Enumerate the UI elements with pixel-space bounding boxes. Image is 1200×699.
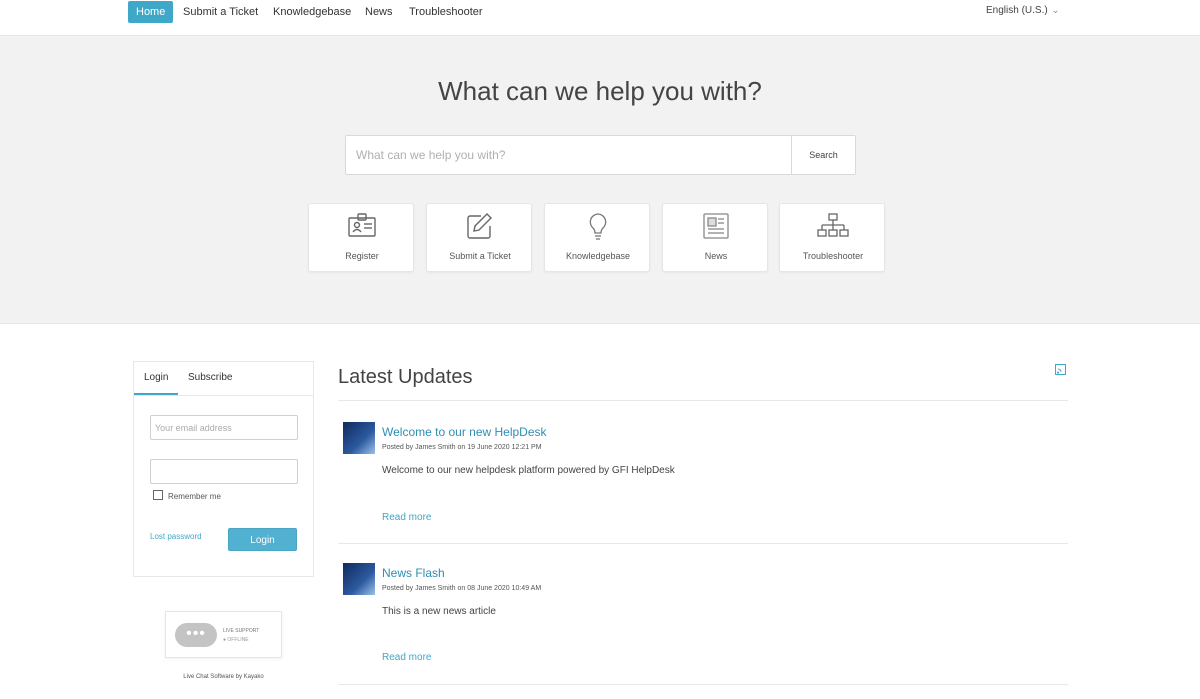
tab-subscribe[interactable]: Subscribe <box>188 372 232 383</box>
tile-label: News <box>704 251 728 261</box>
newspaper-icon <box>663 212 769 242</box>
article-meta: Posted by James Smith on 08 June 2020 10… <box>382 585 542 592</box>
remember-me-checkbox[interactable] <box>153 490 163 500</box>
top-navigation: Home Submit a Ticket Knowledgebase News … <box>0 0 1200 36</box>
tile-knowledgebase[interactable]: Knowledgebase <box>544 203 650 272</box>
search-box: Search <box>345 135 856 175</box>
read-more-link[interactable]: Read more <box>382 512 431 523</box>
tab-divider <box>134 395 313 396</box>
lightbulb-icon <box>545 212 651 242</box>
lost-password-link[interactable]: Lost password <box>150 532 202 541</box>
chevron-down-icon: ⌄ <box>1051 5 1060 15</box>
article-meta: Posted by James Smith on 19 June 2020 12… <box>382 444 542 451</box>
email-field[interactable] <box>150 415 298 440</box>
tile-troubleshooter[interactable]: Troubleshooter <box>779 203 885 272</box>
read-more-link[interactable]: Read more <box>382 652 431 663</box>
sitemap-icon <box>780 212 886 242</box>
search-input[interactable] <box>346 136 792 174</box>
tile-label: Register <box>345 251 379 261</box>
article-body: Welcome to our new helpdesk platform pow… <box>382 465 675 476</box>
avatar <box>343 422 375 454</box>
tile-register[interactable]: Register <box>308 203 414 272</box>
tile-label: Submit a Ticket <box>449 251 511 261</box>
live-chat-credit[interactable]: Live Chat Software by Kayako <box>165 674 282 680</box>
divider <box>338 684 1068 685</box>
article-body: This is a new news article <box>382 606 496 617</box>
latest-updates-title: Latest Updates <box>338 366 473 388</box>
edit-icon <box>427 212 533 242</box>
language-selector[interactable]: English (U.S.) ⌄ <box>986 5 1059 16</box>
divider <box>338 543 1068 544</box>
offline-status: ● OFFLINE <box>223 637 249 643</box>
nav-news[interactable]: News <box>365 1 393 23</box>
tile-news[interactable]: News <box>662 203 768 272</box>
article-title[interactable]: News Flash <box>382 566 445 580</box>
id-card-icon <box>309 212 415 242</box>
divider <box>338 400 1068 401</box>
remember-me-label: Remember me <box>168 492 221 501</box>
password-field[interactable] <box>150 459 298 484</box>
login-button[interactable]: Login <box>228 528 297 551</box>
rss-icon[interactable] <box>1055 364 1066 378</box>
login-panel: Login Subscribe Remember me Lost passwor… <box>133 361 314 577</box>
chat-bubble-icon: ••• <box>175 623 217 647</box>
tab-login[interactable]: Login <box>144 372 168 383</box>
tile-label: Troubleshooter <box>802 251 864 261</box>
nav-home[interactable]: Home <box>128 1 174 23</box>
live-chat-widget[interactable]: ••• LIVE SUPPORT ● OFFLINE <box>165 611 282 658</box>
nav-submit-ticket[interactable]: Submit a Ticket <box>183 1 258 23</box>
nav-troubleshooter[interactable]: Troubleshooter <box>409 1 483 23</box>
hero-section: What can we help you with? Search Regist… <box>0 36 1200 324</box>
search-button[interactable]: Search <box>791 136 855 174</box>
live-support-label: LIVE SUPPORT <box>223 628 260 634</box>
tile-label: Knowledgebase <box>565 251 631 261</box>
language-label: English (U.S.) <box>986 5 1048 16</box>
tile-submit-ticket[interactable]: Submit a Ticket <box>426 203 532 272</box>
nav-knowledgebase[interactable]: Knowledgebase <box>273 1 351 23</box>
avatar <box>343 563 375 595</box>
hero-title: What can we help you with? <box>438 76 762 106</box>
article-title[interactable]: Welcome to our new HelpDesk <box>382 425 547 439</box>
